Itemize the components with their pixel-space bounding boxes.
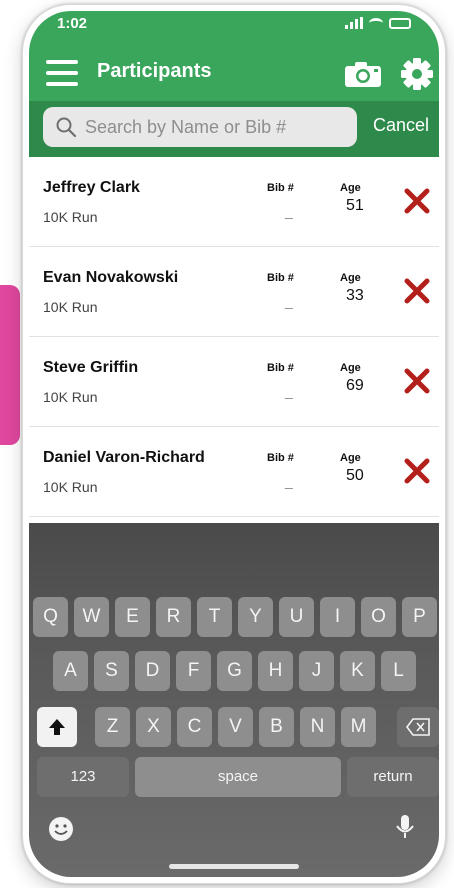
participant-name: Evan Novakowski — [43, 269, 179, 286]
gear-icon[interactable] — [400, 57, 434, 91]
delete-x-icon[interactable] — [404, 368, 430, 394]
age-label: Age — [340, 452, 361, 464]
key-h[interactable]: H — [258, 651, 293, 691]
key-j[interactable]: J — [299, 651, 334, 691]
age-value: 33 — [346, 287, 364, 304]
key-n[interactable]: N — [300, 707, 335, 747]
return-key[interactable]: return — [347, 757, 439, 797]
key-z[interactable]: Z — [95, 707, 130, 747]
status-bar: 1:02 — [29, 11, 439, 39]
age-label: Age — [340, 182, 361, 194]
key-u[interactable]: U — [279, 597, 314, 637]
delete-x-icon[interactable] — [404, 188, 430, 214]
key-m[interactable]: M — [341, 707, 376, 747]
key-o[interactable]: O — [361, 597, 396, 637]
key-g[interactable]: G — [217, 651, 252, 691]
background-accent-shape — [0, 285, 20, 445]
participant-event: 10K Run — [43, 479, 98, 495]
key-c[interactable]: C — [177, 707, 212, 747]
home-indicator — [169, 864, 299, 869]
bib-value: _ — [285, 293, 293, 309]
key-l[interactable]: L — [381, 651, 416, 691]
key-y[interactable]: Y — [238, 597, 273, 637]
search-input[interactable] — [85, 116, 335, 138]
bib-value: _ — [285, 473, 293, 489]
key-q[interactable]: Q — [33, 597, 68, 637]
age-value: 50 — [346, 467, 364, 484]
participant-name: Daniel Varon-Richard — [43, 449, 205, 466]
participant-event: 10K Run — [43, 299, 98, 315]
bib-label: Bib # — [267, 272, 294, 284]
cancel-button[interactable]: Cancel — [373, 115, 429, 136]
key-i[interactable]: I — [320, 597, 355, 637]
age-value: 51 — [346, 197, 364, 214]
participant-event: 10K Run — [43, 389, 98, 405]
key-x[interactable]: X — [136, 707, 171, 747]
title-row: Participants — [29, 51, 439, 97]
participant-list: Jeffrey Clark 10K Run Bib # _ Age 51 Evan Nova… — [29, 157, 439, 517]
numbers-key[interactable]: 123 — [37, 757, 129, 797]
key-k[interactable]: K — [340, 651, 375, 691]
age-label: Age — [340, 362, 361, 374]
participant-row[interactable]: Jeffrey Clark 10K Run Bib # _ Age 51 — [29, 157, 439, 247]
shift-key[interactable] — [37, 707, 77, 747]
key-p[interactable]: P — [402, 597, 437, 637]
search-icon — [56, 117, 77, 138]
search-bar: Cancel — [29, 101, 439, 157]
key-e[interactable]: E — [115, 597, 150, 637]
wifi-icon — [369, 18, 383, 28]
camera-icon[interactable] — [345, 61, 381, 87]
age-label: Age — [340, 272, 361, 284]
bib-label: Bib # — [267, 452, 294, 464]
microphone-icon[interactable] — [391, 813, 419, 841]
age-value: 69 — [346, 377, 364, 394]
key-r[interactable]: R — [156, 597, 191, 637]
key-d[interactable]: D — [135, 651, 170, 691]
status-time: 1:02 — [57, 15, 88, 32]
delete-x-icon[interactable] — [404, 278, 430, 304]
backspace-icon — [406, 718, 430, 736]
page-title: Participants — [97, 60, 212, 82]
app-header: 1:02 Participants Search by Name or Bib … — [29, 11, 439, 157]
status-icons — [345, 17, 411, 29]
participant-row[interactable]: Daniel Varon-Richard 10K Run Bib # _ Age 50 — [29, 427, 439, 517]
participant-name: Jeffrey Clark — [43, 179, 140, 196]
bib-label: Bib # — [267, 182, 294, 194]
key-b[interactable]: B — [259, 707, 294, 747]
key-s[interactable]: S — [94, 651, 129, 691]
key-f[interactable]: F — [176, 651, 211, 691]
participant-event: 10K Run — [43, 209, 98, 225]
backspace-key[interactable] — [397, 707, 439, 747]
battery-icon — [389, 17, 411, 29]
search-box[interactable] — [43, 107, 357, 147]
hamburger-menu-icon[interactable] — [46, 60, 78, 86]
phone-frame: 1:02 Participants Search by Name or Bib … — [22, 4, 446, 884]
participant-row[interactable]: Evan Novakowski 10K Run Bib # _ Age 33 — [29, 247, 439, 337]
bib-value: _ — [285, 203, 293, 219]
bib-value: _ — [285, 383, 293, 399]
signal-icon — [345, 17, 363, 29]
space-key[interactable]: space — [135, 757, 341, 797]
participant-name: Steve Griffin — [43, 359, 139, 376]
phone-screen: 1:02 Participants Search by Name or Bib … — [29, 11, 439, 877]
key-v[interactable]: V — [218, 707, 253, 747]
participant-row[interactable]: Steve Griffin 10K Run Bib # _ Age 69 — [29, 337, 439, 427]
shift-arrow-icon — [49, 719, 65, 735]
emoji-icon[interactable] — [47, 815, 75, 843]
delete-x-icon[interactable] — [404, 458, 430, 484]
key-w[interactable]: W — [74, 597, 109, 637]
key-t[interactable]: T — [197, 597, 232, 637]
bib-label: Bib # — [267, 362, 294, 374]
on-screen-keyboard: 123 space return Q W E R T Y U I O P A S… — [29, 523, 439, 877]
key-a[interactable]: A — [53, 651, 88, 691]
